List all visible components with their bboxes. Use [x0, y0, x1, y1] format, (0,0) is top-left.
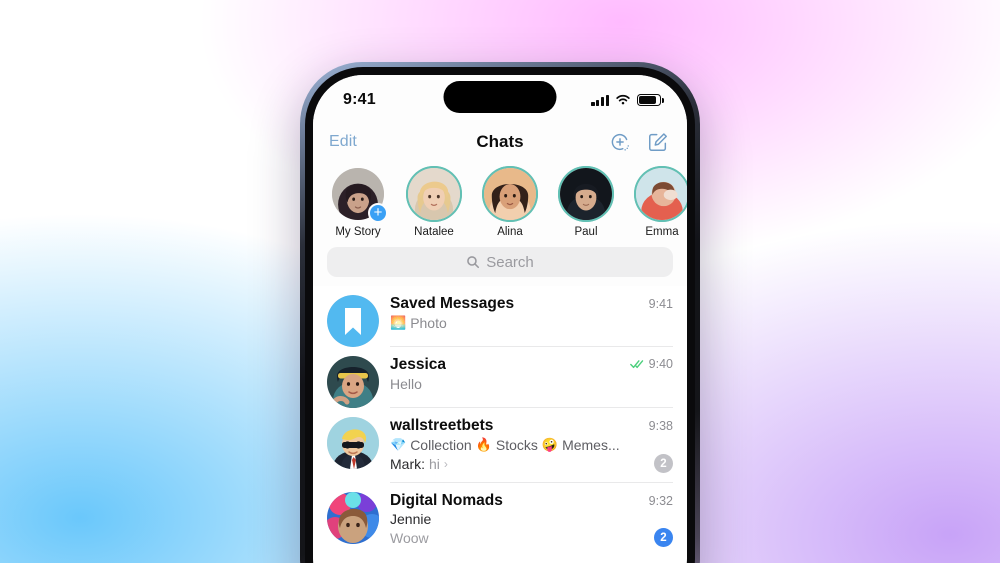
search-placeholder: Search: [486, 253, 534, 271]
avatar: [327, 356, 379, 408]
phone-screen: 9:41 Edit Chats + My Story Natalee Alina…: [313, 75, 687, 563]
chat-sender-line: Jennie: [390, 511, 673, 527]
status-bar-clock: 9:41: [343, 91, 376, 108]
story-name: Paul: [574, 226, 598, 238]
story-name: Alina: [497, 226, 523, 238]
add-story-icon[interactable]: [609, 131, 631, 153]
edit-button[interactable]: Edit: [329, 133, 357, 151]
search-container: Search: [313, 243, 687, 286]
avatar: [327, 492, 379, 544]
story-ring: +: [330, 166, 388, 223]
photo-attachment-icon: 🌅: [390, 315, 407, 330]
add-story-plus-badge[interactable]: +: [368, 203, 388, 223]
wifi-icon: [616, 94, 630, 105]
topic-emoji: 💎: [390, 437, 407, 452]
chat-list-item[interactable]: wallstreetbets 9:38 💎 Collection 🔥 Stock…: [313, 408, 687, 483]
story-ring-unread: [482, 166, 538, 222]
story-name: Natalee: [414, 226, 454, 238]
message-text: hi: [429, 455, 440, 472]
story-item[interactable]: Natalee: [403, 166, 465, 238]
chat-title: Jessica: [390, 356, 447, 373]
chat-list-item-body: Saved Messages 9:41 🌅 Photo: [390, 295, 673, 347]
chat-list-item[interactable]: Saved Messages 9:41 🌅 Photo: [313, 286, 687, 347]
avatar: [636, 168, 687, 220]
story-name: My Story: [335, 226, 381, 238]
story-ring-unread: [558, 166, 614, 222]
story-item[interactable]: Emma: [631, 166, 687, 238]
chat-list-item-body: wallstreetbets 9:38 💎 Collection 🔥 Stock…: [390, 417, 673, 483]
story-ring-unread: [634, 166, 687, 222]
chat-list-item-body: Digital Nomads 9:32 Jennie Woow 2: [390, 492, 673, 556]
battery-icon: [637, 94, 664, 106]
chat-preview: 🌅 Photo: [390, 315, 673, 331]
avatar: [327, 417, 379, 469]
topic-label: Collection: [410, 437, 472, 453]
chat-list[interactable]: Saved Messages 9:41 🌅 Photo Jessica 9:40…: [313, 286, 687, 556]
dynamic-island: [443, 81, 557, 113]
message-sender: Jennie: [390, 511, 432, 527]
avatar: [327, 295, 379, 347]
chat-preview-text: Hello: [390, 376, 422, 392]
chat-meta: 9:32: [641, 494, 673, 508]
compose-icon[interactable]: [647, 131, 669, 153]
chat-last-message: Woow 2: [390, 528, 673, 547]
chat-time: 9:38: [648, 419, 673, 433]
chevron-right-icon: ›: [443, 456, 448, 471]
unread-badge: 2: [654, 528, 673, 547]
topic-label: Memes...: [562, 437, 620, 453]
saved-messages-icon: [327, 295, 379, 347]
phone-device-frame: 9:41 Edit Chats + My Story Natalee Alina…: [300, 62, 700, 563]
status-bar-indicators: [591, 90, 664, 106]
chat-meta: 9:38: [641, 419, 673, 433]
chat-last-message: Mark: hi › 2: [390, 454, 673, 473]
chat-preview: Hello: [390, 376, 673, 392]
chat-list-item[interactable]: Jessica 9:40 Hello: [313, 347, 687, 408]
chat-preview-text: Photo: [410, 315, 447, 331]
status-bar: 9:41: [313, 75, 687, 121]
chat-time: 9:32: [648, 494, 673, 508]
search-input[interactable]: Search: [327, 247, 673, 277]
story-item[interactable]: + My Story: [327, 166, 389, 238]
stories-row[interactable]: + My Story Natalee Alina Paul Emma: [313, 163, 687, 243]
chat-title: Saved Messages: [390, 295, 515, 312]
chat-meta: 9:40: [622, 357, 673, 371]
phone-bezel: 9:41 Edit Chats + My Story Natalee Alina…: [305, 67, 695, 563]
chat-list-item[interactable]: Digital Nomads 9:32 Jennie Woow 2: [313, 483, 687, 556]
chat-title: Digital Nomads: [390, 492, 503, 509]
chat-time: 9:40: [648, 357, 673, 371]
read-receipt-icon: [629, 359, 645, 369]
avatar: [560, 168, 612, 220]
story-item[interactable]: Paul: [555, 166, 617, 238]
message-sender: Mark:: [390, 455, 425, 472]
story-name: Emma: [645, 226, 679, 238]
topic-emoji: 🤪: [541, 437, 559, 452]
chat-title: wallstreetbets: [390, 417, 494, 434]
topic-emoji: 🔥: [475, 437, 492, 452]
chat-list-item-body: Jessica 9:40 Hello: [390, 356, 673, 408]
search-icon: [467, 256, 480, 269]
chat-meta: 9:41: [641, 297, 673, 311]
avatar: [484, 168, 536, 220]
story-ring-unread: [406, 166, 462, 222]
avatar: [408, 168, 460, 220]
navigation-bar: Edit Chats: [313, 121, 687, 163]
chat-time: 9:41: [648, 297, 673, 311]
unread-badge: 2: [654, 454, 673, 473]
topic-label: Stocks: [495, 437, 538, 453]
cellular-bars-icon: [591, 94, 609, 106]
message-text: Woow: [390, 530, 429, 546]
chat-topics: 💎 Collection 🔥 Stocks 🤪 Memes...: [390, 437, 673, 453]
nav-actions: [609, 131, 669, 153]
story-item[interactable]: Alina: [479, 166, 541, 238]
